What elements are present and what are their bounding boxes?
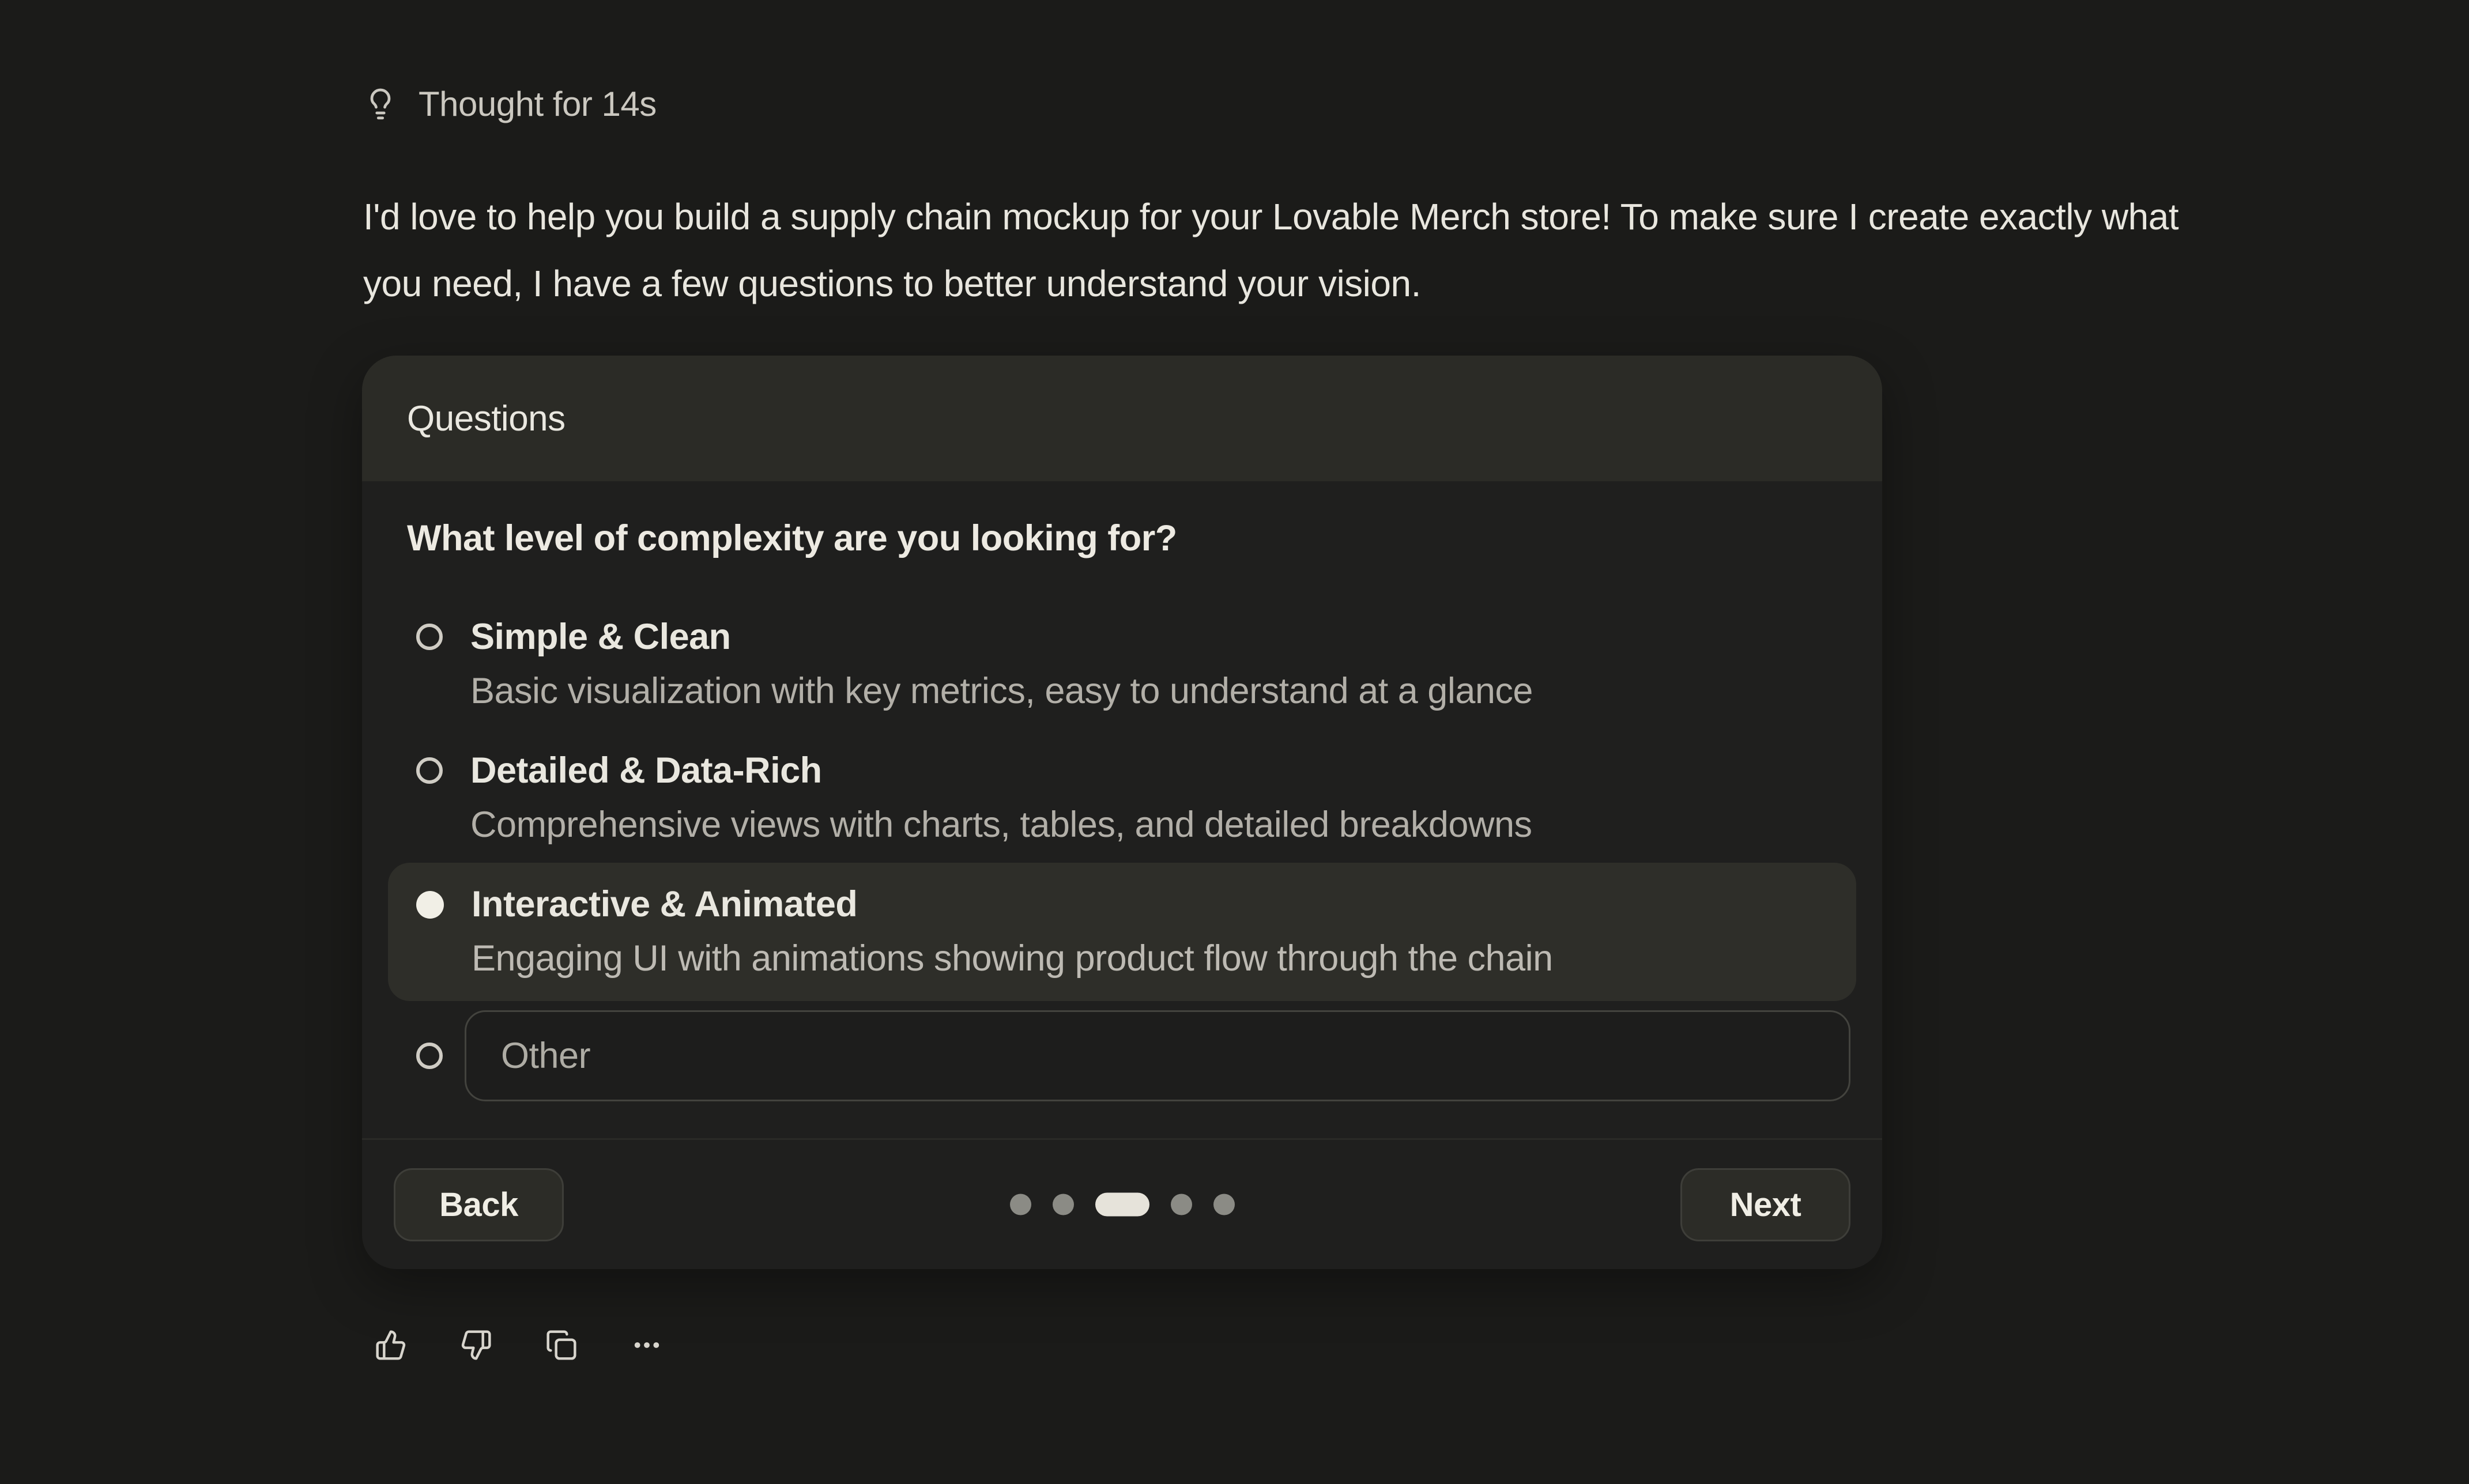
- thumbs-down-button[interactable]: [460, 1329, 492, 1361]
- more-options-button[interactable]: [631, 1329, 663, 1361]
- back-button[interactable]: Back: [394, 1168, 564, 1241]
- thought-toggle[interactable]: Thought for 14s: [363, 84, 657, 124]
- radio-selected-icon[interactable]: [416, 891, 444, 919]
- card-footer: Back Next: [362, 1138, 1882, 1269]
- thumbs-down-icon: [460, 1329, 492, 1361]
- copy-button[interactable]: [545, 1329, 578, 1361]
- option-interactive-animated[interactable]: Interactive & Animated Engaging UI with …: [388, 863, 1856, 1001]
- thumbs-up-icon: [375, 1329, 407, 1361]
- assistant-message: I'd love to help you build a supply chai…: [363, 183, 2242, 317]
- card-title: Questions: [407, 398, 566, 439]
- option-description: Engaging UI with animations showing prod…: [472, 935, 1553, 981]
- questions-card-body: What level of complexity are you looking…: [362, 481, 1882, 1101]
- option-title: Simple & Clean: [470, 614, 1533, 660]
- thumbs-up-button[interactable]: [375, 1329, 407, 1361]
- option-simple-clean[interactable]: Simple & Clean Basic visualization with …: [388, 595, 1856, 729]
- thought-label: Thought for 14s: [419, 84, 657, 124]
- message-actions: [375, 1329, 663, 1361]
- pagination-dot: [1053, 1194, 1074, 1215]
- pagination-dot: [1171, 1194, 1192, 1215]
- question-text: What level of complexity are you looking…: [407, 515, 1837, 562]
- radio-unselected-icon[interactable]: [416, 757, 443, 784]
- questions-card-header: Questions: [362, 356, 1882, 481]
- copy-icon: [545, 1329, 578, 1361]
- option-description: Basic visualization with key metrics, ea…: [470, 668, 1533, 714]
- lightbulb-icon: [363, 87, 398, 122]
- radio-unselected-icon[interactable]: [416, 624, 443, 650]
- other-option-input[interactable]: [465, 1010, 1850, 1101]
- radio-unselected-icon[interactable]: [416, 1043, 443, 1069]
- pagination-dot: [1010, 1194, 1031, 1215]
- questions-card: Questions What level of complexity are y…: [362, 356, 1882, 1269]
- pagination-dot: [1213, 1194, 1235, 1215]
- option-detailed-data-rich[interactable]: Detailed & Data-Rich Comprehensive views…: [388, 729, 1856, 863]
- option-other[interactable]: [388, 1001, 1856, 1101]
- pagination-dot-active: [1095, 1193, 1149, 1217]
- option-title: Interactive & Animated: [472, 881, 1553, 927]
- option-title: Detailed & Data-Rich: [470, 747, 1532, 794]
- more-options-icon: [631, 1329, 663, 1361]
- option-description: Comprehensive views with charts, tables,…: [470, 802, 1532, 848]
- pagination-dots: [1010, 1193, 1235, 1217]
- next-button[interactable]: Next: [1680, 1168, 1850, 1241]
